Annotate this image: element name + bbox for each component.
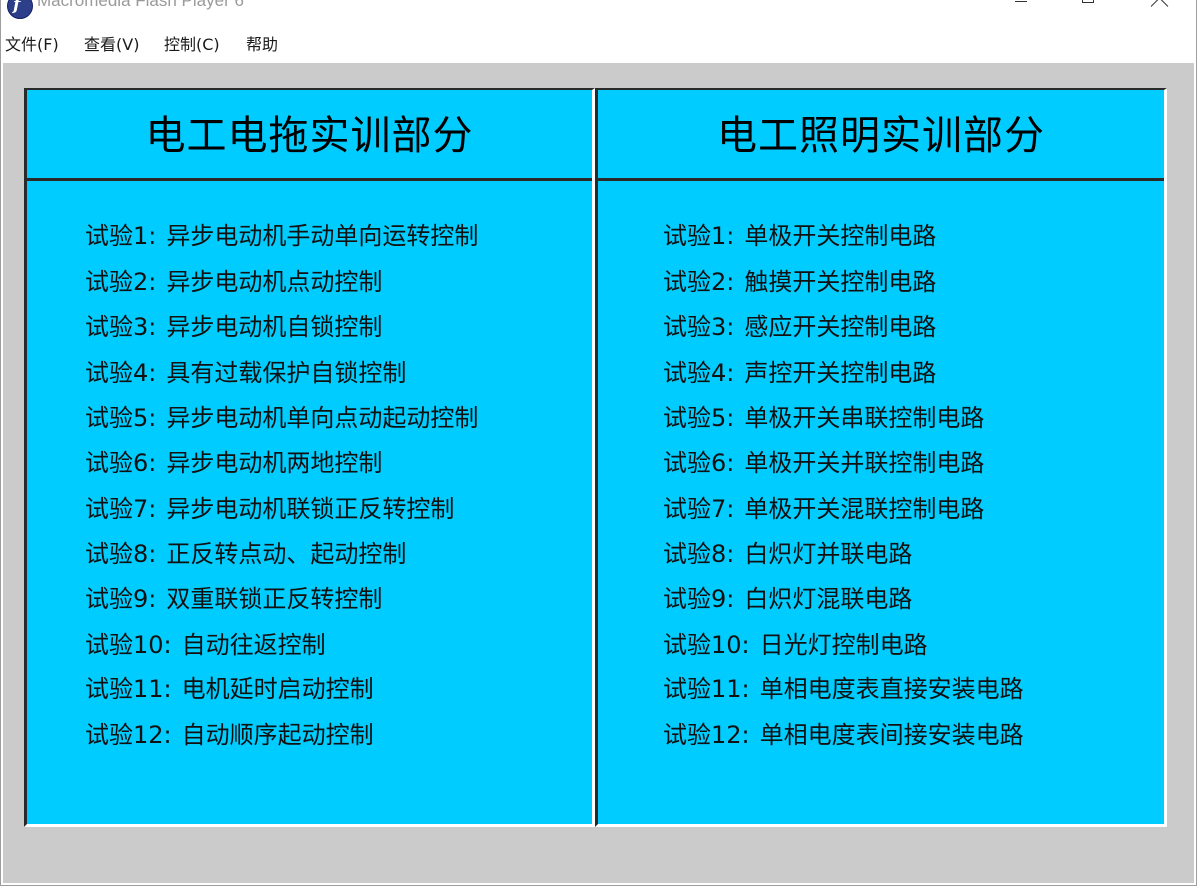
experiment-number: 试验1: bbox=[663, 222, 735, 250]
experiment-item[interactable]: 试验12: 自动顺序起动控制 bbox=[85, 720, 374, 750]
experiment-item[interactable]: 试验6: 单极开关并联控制电路 bbox=[663, 448, 984, 478]
experiment-number: 试验3: bbox=[663, 313, 735, 341]
experiment-number: 试验6: bbox=[663, 449, 735, 477]
menu-view[interactable]: 查看(V) bbox=[84, 35, 139, 55]
experiment-item[interactable]: 试验6: 异步电动机两地控制 bbox=[85, 448, 382, 478]
experiment-item[interactable]: 试验2: 触摸开关控制电路 bbox=[663, 267, 936, 297]
experiment-number: 试验7: bbox=[663, 495, 735, 523]
experiment-item[interactable]: 试验3: 感应开关控制电路 bbox=[663, 312, 936, 342]
experiment-item[interactable]: 试验10: 自动往返控制 bbox=[85, 630, 326, 660]
experiment-item[interactable]: 试验5: 异步电动机单向点动起动控制 bbox=[85, 403, 478, 433]
minimize-icon[interactable] bbox=[998, 0, 1044, 16]
experiment-item[interactable]: 试验7: 单极开关混联控制电路 bbox=[663, 494, 984, 524]
experiment-number: 试验11: bbox=[85, 675, 172, 703]
experiment-item[interactable]: 试验2: 异步电动机点动控制 bbox=[85, 267, 382, 297]
experiment-number: 试验5: bbox=[663, 404, 735, 432]
experiment-item[interactable]: 试验9: 白炽灯混联电路 bbox=[663, 584, 912, 614]
experiment-name: 触摸开关控制电路 bbox=[744, 268, 937, 296]
experiment-name: 异步电动机两地控制 bbox=[166, 449, 383, 477]
experiment-number: 试验2: bbox=[663, 268, 735, 296]
experiment-item[interactable]: 试验11: 单相电度表直接安装电路 bbox=[663, 674, 1024, 704]
experiment-number: 试验9: bbox=[85, 585, 157, 613]
experiment-name: 单相电度表间接安装电路 bbox=[759, 721, 1024, 749]
experiment-item[interactable]: 试验1: 异步电动机手动单向运转控制 bbox=[85, 221, 478, 251]
experiment-name: 感应开关控制电路 bbox=[744, 313, 937, 341]
experiment-item[interactable]: 试验5: 单极开关串联控制电路 bbox=[663, 403, 984, 433]
experiment-item[interactable]: 试验1: 单极开关控制电路 bbox=[663, 221, 936, 251]
experiment-name: 单极开关混联控制电路 bbox=[744, 495, 985, 523]
experiment-item[interactable]: 试验7: 异步电动机联锁正反转控制 bbox=[85, 494, 454, 524]
panel-title: 电工电拖实训部分 bbox=[145, 113, 474, 159]
window-title: Macromedia Flash Player 6 bbox=[37, 0, 244, 10]
menu-help[interactable]: 帮助 bbox=[246, 35, 278, 55]
experiment-name: 白炽灯混联电路 bbox=[744, 585, 913, 613]
experiment-name: 正反转点动、起动控制 bbox=[166, 540, 407, 568]
experiment-name: 单极开关控制电路 bbox=[744, 222, 937, 250]
menu-control[interactable]: 控制(C) bbox=[164, 35, 220, 55]
experiment-name: 白炽灯并联电路 bbox=[744, 540, 913, 568]
experiment-name: 单相电度表直接安装电路 bbox=[759, 675, 1024, 703]
experiment-item[interactable]: 试验4: 声控开关控制电路 bbox=[663, 358, 936, 388]
experiment-number: 试验10: bbox=[663, 631, 750, 659]
experiment-number: 试验10: bbox=[85, 631, 172, 659]
experiment-number: 试验6: bbox=[85, 449, 157, 477]
maximize-icon[interactable] bbox=[1066, 0, 1112, 16]
experiment-item[interactable]: 试验3: 异步电动机自锁控制 bbox=[85, 312, 382, 342]
experiment-name: 单极开关串联控制电路 bbox=[744, 404, 985, 432]
experiment-name: 单极开关并联控制电路 bbox=[744, 449, 985, 477]
experiment-number: 试验9: bbox=[663, 585, 735, 613]
experiment-item[interactable]: 试验8: 正反转点动、起动控制 bbox=[85, 539, 406, 569]
experiment-number: 试验7: bbox=[85, 495, 157, 523]
panel-header: 电工照明实训部分 bbox=[598, 90, 1164, 181]
experiment-name: 具有过载保护自锁控制 bbox=[166, 359, 407, 387]
experiment-name: 电机延时启动控制 bbox=[181, 675, 374, 703]
panel-lighting: 电工照明实训部分 试验1: 单极开关控制电路 试验2: 触摸开关控制电路 试验3: 感应开… bbox=[595, 88, 1167, 827]
experiment-number: 试验12: bbox=[85, 721, 172, 749]
experiment-item[interactable]: 试验12: 单相电度表间接安装电路 bbox=[663, 720, 1024, 750]
experiment-number: 试验1: bbox=[85, 222, 157, 250]
experiment-item[interactable]: 试验10: 日光灯控制电路 bbox=[663, 630, 928, 660]
experiment-name: 自动顺序起动控制 bbox=[181, 721, 374, 749]
panel-title: 电工照明实训部分 bbox=[717, 113, 1045, 159]
menu-bar: 文件(F) 查看(V) 控制(C) 帮助 bbox=[0, 30, 1197, 63]
experiment-name: 异步电动机自锁控制 bbox=[166, 313, 383, 341]
flash-player-icon[interactable]: f bbox=[7, 0, 33, 19]
title-bar: f Macromedia Flash Player 6 bbox=[0, 0, 1197, 30]
close-icon[interactable] bbox=[1137, 0, 1183, 16]
experiment-number: 试验8: bbox=[85, 540, 157, 568]
experiment-item[interactable]: 试验4: 具有过载保护自锁控制 bbox=[85, 358, 406, 388]
menu-file[interactable]: 文件(F) bbox=[5, 35, 59, 55]
experiment-name: 声控开关控制电路 bbox=[744, 359, 937, 387]
experiment-number: 试验3: bbox=[85, 313, 157, 341]
experiment-name: 异步电动机点动控制 bbox=[166, 268, 383, 296]
experiment-name: 异步电动机单向点动起动控制 bbox=[166, 404, 479, 432]
experiment-number: 试验8: bbox=[663, 540, 735, 568]
experiment-number: 试验11: bbox=[663, 675, 750, 703]
experiment-number: 试验4: bbox=[663, 359, 735, 387]
experiment-item[interactable]: 试验11: 电机延时启动控制 bbox=[85, 674, 374, 704]
experiment-name: 日光灯控制电路 bbox=[759, 631, 928, 659]
experiment-item[interactable]: 试验8: 白炽灯并联电路 bbox=[663, 539, 912, 569]
experiment-number: 试验12: bbox=[663, 721, 750, 749]
experiment-name: 异步电动机手动单向运转控制 bbox=[166, 222, 479, 250]
experiment-name: 自动往返控制 bbox=[181, 631, 326, 659]
experiment-number: 试验2: bbox=[85, 268, 157, 296]
experiment-number: 试验4: bbox=[85, 359, 157, 387]
experiment-item[interactable]: 试验9: 双重联锁正反转控制 bbox=[85, 584, 382, 614]
experiment-name: 异步电动机联锁正反转控制 bbox=[166, 495, 455, 523]
experiment-name: 双重联锁正反转控制 bbox=[166, 585, 383, 613]
experiment-number: 试验5: bbox=[85, 404, 157, 432]
panel-motor-drive: 电工电拖实训部分 试验1: 异步电动机手动单向运转控制 试验2: 异步电动机点动控制试… bbox=[24, 88, 595, 827]
panel-header: 电工电拖实训部分 bbox=[27, 90, 592, 181]
